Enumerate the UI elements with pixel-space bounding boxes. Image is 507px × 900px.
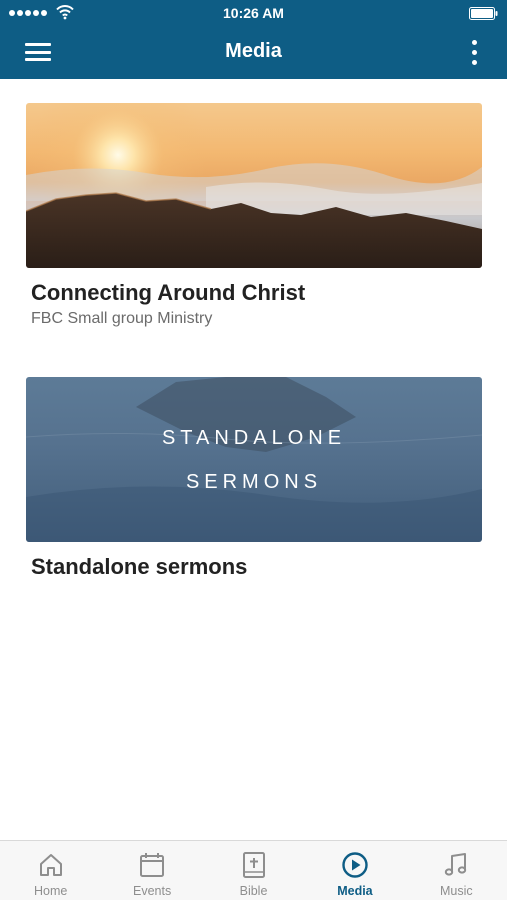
tab-events-label: Events <box>133 884 172 898</box>
music-note-icon <box>445 853 467 876</box>
tab-bible-label: Bible <box>239 884 268 898</box>
more-vertical-icon[interactable] <box>469 39 479 67</box>
tab-events[interactable]: Events <box>101 841 202 900</box>
page-title: Media <box>225 40 282 62</box>
media-thumbnail-sermons: STANDALONE SERMONS <box>26 377 482 542</box>
tab-media-label: Media <box>337 884 373 898</box>
tab-media[interactable]: Media <box>304 841 405 900</box>
bible-icon <box>242 852 265 878</box>
bottom-tab-bar: Home Events Bible Media Music <box>0 840 507 900</box>
home-icon <box>39 854 62 876</box>
media-item-connecting-around-christ[interactable]: Connecting Around Christ FBC Small group… <box>26 103 482 328</box>
nav-bar: Media <box>0 27 507 79</box>
tab-music[interactable]: Music <box>406 841 507 900</box>
media-thumbnail-text-line2: SERMONS <box>185 471 323 493</box>
media-thumbnail-sunrise <box>26 103 482 268</box>
tab-home[interactable]: Home <box>0 841 101 900</box>
tab-home-label: Home <box>34 884 68 898</box>
tab-bible[interactable]: Bible <box>203 841 304 900</box>
battery-icon <box>469 7 498 20</box>
media-item-subtitle: FBC Small group Ministry <box>31 310 213 327</box>
status-time: 10:26 AM <box>223 5 284 21</box>
play-circle-icon <box>342 852 368 878</box>
media-item-title: Standalone sermons <box>31 554 248 579</box>
media-thumbnail-text-line1: STANDALONE <box>161 427 347 449</box>
hamburger-menu-icon[interactable] <box>22 39 54 65</box>
tab-music-label: Music <box>440 884 473 898</box>
app-header: 10:26 AM Media <box>0 0 507 79</box>
media-item-standalone-sermons[interactable]: STANDALONE SERMONS Standalone sermons <box>26 377 482 580</box>
calendar-icon <box>140 853 165 877</box>
media-item-title: Connecting Around Christ <box>31 280 306 305</box>
status-bar: 10:26 AM <box>0 0 507 27</box>
